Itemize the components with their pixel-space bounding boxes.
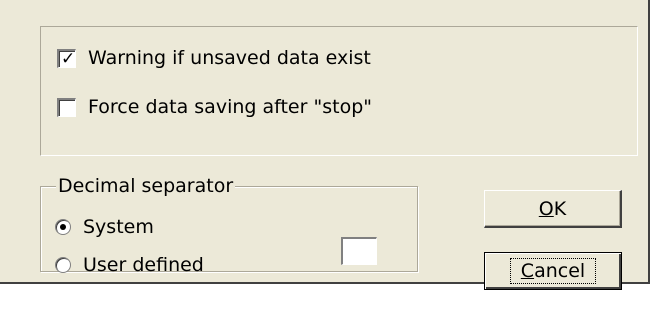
force-saving-checkbox[interactable] <box>57 97 76 117</box>
cancel-label-rest: ancel <box>534 260 586 282</box>
system-radio-label[interactable]: System <box>83 216 154 238</box>
user-defined-radio[interactable] <box>55 257 71 273</box>
settings-dialog: ✓ Warning if unsaved data exist Force da… <box>0 0 650 290</box>
custom-separator-input[interactable] <box>341 237 377 265</box>
force-saving-label[interactable]: Force data saving after "stop" <box>88 96 372 118</box>
system-radio[interactable] <box>55 219 71 235</box>
warning-unsaved-option[interactable]: ✓ Warning if unsaved data exist <box>57 46 371 70</box>
user-defined-radio-label[interactable]: User defined <box>83 254 204 276</box>
cancel-mnemonic: C <box>520 260 535 282</box>
radio-selected-dot <box>60 224 66 230</box>
cancel-focus-rect: Cancel <box>509 258 597 284</box>
save-options-panel: ✓ Warning if unsaved data exist Force da… <box>40 26 638 156</box>
decimal-separator-group: Decimal separator System User defined <box>40 174 418 276</box>
decimal-separator-legend: Decimal separator <box>56 174 236 198</box>
ok-mnemonic: O <box>538 197 554 220</box>
radio-option-system[interactable]: System <box>55 215 154 239</box>
warning-unsaved-checkbox[interactable]: ✓ <box>57 48 76 69</box>
cancel-button[interactable]: Cancel <box>484 252 622 290</box>
radio-option-user-defined[interactable]: User defined <box>55 253 204 277</box>
ok-label-rest: K <box>553 197 567 220</box>
force-saving-option[interactable]: Force data saving after "stop" <box>57 95 372 119</box>
ok-button[interactable]: OK <box>484 190 622 228</box>
checkmark-icon: ✓ <box>61 48 76 69</box>
warning-unsaved-label[interactable]: Warning if unsaved data exist <box>88 47 371 69</box>
